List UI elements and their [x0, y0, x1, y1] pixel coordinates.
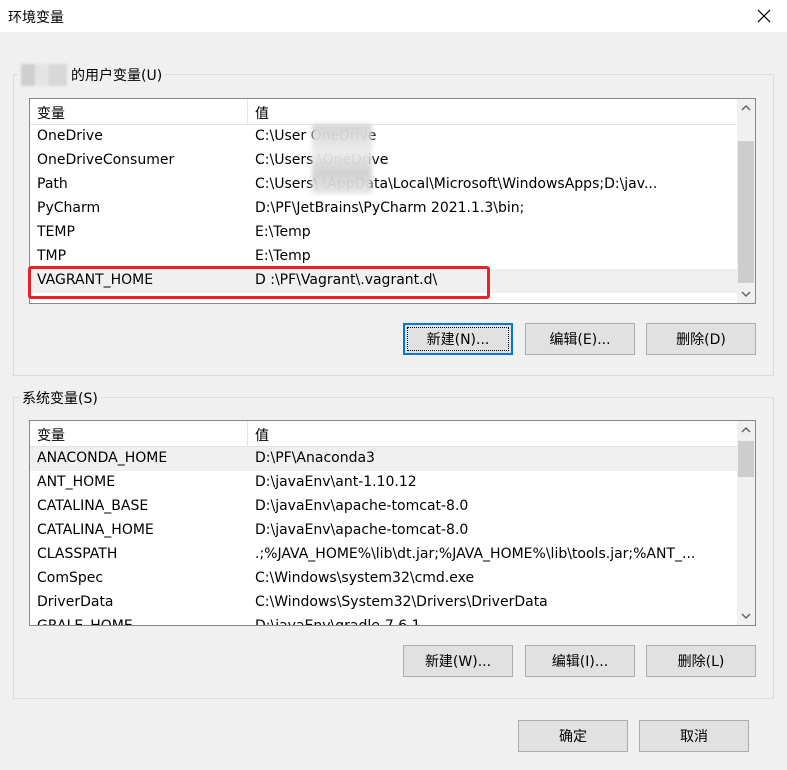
- table-row[interactable]: OneDrive C:\User OneDrive: [30, 125, 737, 149]
- table-row-selected[interactable]: VAGRANT_HOME D :\PF\Vagrant\.vagrant.d\: [30, 269, 737, 293]
- variable-value: D :\PF\Vagrant\.vagrant.d\: [255, 272, 438, 288]
- table-row[interactable]: CATALINA_HOME D:\javaEnv\apache-tomcat-8…: [30, 519, 737, 543]
- scroll-up-button[interactable]: [737, 99, 755, 117]
- chevron-down-icon: [741, 291, 751, 297]
- column-separator: [247, 421, 248, 447]
- table-row[interactable]: TEMP E:\Temp: [30, 221, 737, 245]
- variable-name: CLASSPATH: [37, 546, 118, 562]
- table-row[interactable]: PyCharm D:\PF\JetBrains\PyCharm 2021.1.3…: [30, 197, 737, 221]
- variable-value: D:\javaEnv\gradle-7.6.1: [255, 618, 421, 626]
- table-row[interactable]: ANT_HOME D:\javaEnv\ant-1.10.12: [30, 471, 737, 495]
- chevron-up-icon: [741, 105, 751, 111]
- column-header-value[interactable]: 值: [255, 103, 269, 123]
- redaction-mask: [312, 124, 372, 194]
- variable-name: ANACONDA_HOME: [37, 450, 168, 466]
- variable-name: VAGRANT_HOME: [37, 272, 154, 288]
- variable-value: E:\Temp: [255, 248, 311, 264]
- scroll-down-button[interactable]: [737, 607, 755, 625]
- scroll-thumb[interactable]: [738, 141, 754, 283]
- variable-value: E:\Temp: [255, 224, 311, 240]
- user-new-button[interactable]: 新建(N)...: [403, 323, 513, 355]
- variable-name: Path: [37, 176, 68, 192]
- system-variables-label: 系统变量(S): [19, 387, 101, 409]
- variable-name: DriverData: [37, 594, 114, 610]
- table-row-selected[interactable]: ANACONDA_HOME D:\PF\Anaconda3: [30, 447, 737, 471]
- user-delete-button[interactable]: 删除(D): [646, 323, 756, 355]
- table-row[interactable]: CLASSPATH .;%JAVA_HOME%\lib\dt.jar;%JAVA…: [30, 543, 737, 567]
- user-variables-label: 的用户变量(U): [18, 64, 166, 86]
- cancel-button[interactable]: 取消: [639, 720, 749, 752]
- scroll-thumb[interactable]: [738, 441, 754, 477]
- variable-value: .;%JAVA_HOME%\lib\dt.jar;%JAVA_HOME%\lib…: [255, 546, 696, 562]
- variable-name: ComSpec: [37, 570, 104, 586]
- variable-name: TEMP: [37, 224, 75, 240]
- variable-value: C:\Windows\system32\cmd.exe: [255, 570, 475, 586]
- variable-value: D:\javaEnv\ant-1.10.12: [255, 474, 417, 490]
- system-delete-button[interactable]: 删除(L): [646, 645, 756, 677]
- variable-value: D:\PF\Anaconda3: [255, 450, 375, 466]
- list-header: 变量 值: [30, 421, 737, 447]
- system-variables-list[interactable]: 变量 值 ANACONDA_HOME D:\PF\Anaconda3 ANT_H…: [29, 420, 756, 626]
- variable-value: D:\PF\JetBrains\PyCharm 2021.1.3\bin;: [255, 200, 525, 216]
- vertical-scrollbar[interactable]: [737, 99, 755, 303]
- redacted-username: [21, 64, 67, 86]
- chevron-down-icon: [741, 613, 751, 619]
- table-row[interactable]: GRALE_HOME D:\javaEnv\gradle-7.6.1: [30, 615, 737, 626]
- scroll-up-button[interactable]: [737, 421, 755, 439]
- table-row[interactable]: Path C:\Users\ \AppData\Local\Microsoft\…: [30, 173, 737, 197]
- column-separator: [247, 99, 248, 125]
- title-bar: 环境变量: [0, 0, 787, 32]
- ok-button[interactable]: 确定: [518, 720, 628, 752]
- variable-name: OneDriveConsumer: [37, 152, 175, 168]
- list-header: 变量 值: [30, 99, 737, 125]
- variable-name: CATALINA_BASE: [37, 498, 149, 514]
- table-row[interactable]: DriverData C:\Windows\System32\Drivers\D…: [30, 591, 737, 615]
- variable-name: TMP: [37, 248, 67, 264]
- variable-name: ANT_HOME: [37, 474, 116, 490]
- variable-name: PyCharm: [37, 200, 101, 216]
- column-header-variable[interactable]: 变量: [37, 103, 65, 123]
- close-icon: [757, 9, 771, 23]
- table-row[interactable]: OneDriveConsumer C:\Users \OneDrive: [30, 149, 737, 173]
- variable-value: C:\Windows\System32\Drivers\DriverData: [255, 594, 548, 610]
- column-header-value[interactable]: 值: [255, 425, 269, 445]
- vertical-scrollbar[interactable]: [737, 421, 755, 625]
- close-button[interactable]: [741, 0, 787, 32]
- variable-value: D:\javaEnv\apache-tomcat-8.0: [255, 498, 469, 514]
- window-title: 环境变量: [8, 10, 64, 26]
- system-new-button[interactable]: 新建(W)...: [403, 645, 513, 677]
- table-row[interactable]: ComSpec C:\Windows\system32\cmd.exe: [30, 567, 737, 591]
- variable-name: CATALINA_HOME: [37, 522, 154, 538]
- variable-value: D:\javaEnv\apache-tomcat-8.0: [255, 522, 469, 538]
- scroll-down-button[interactable]: [737, 285, 755, 303]
- column-header-variable[interactable]: 变量: [37, 425, 65, 445]
- chevron-up-icon: [741, 427, 751, 433]
- user-variables-list[interactable]: 变量 值 OneDrive C:\User OneDrive OneDriveC…: [29, 98, 756, 304]
- system-edit-button[interactable]: 编辑(I)...: [525, 645, 635, 677]
- table-row[interactable]: CATALINA_BASE D:\javaEnv\apache-tomcat-8…: [30, 495, 737, 519]
- variable-name: GRALE_HOME: [37, 618, 133, 626]
- variable-name: OneDrive: [37, 128, 103, 144]
- user-edit-button[interactable]: 编辑(E)...: [525, 323, 635, 355]
- table-row[interactable]: TMP E:\Temp: [30, 245, 737, 269]
